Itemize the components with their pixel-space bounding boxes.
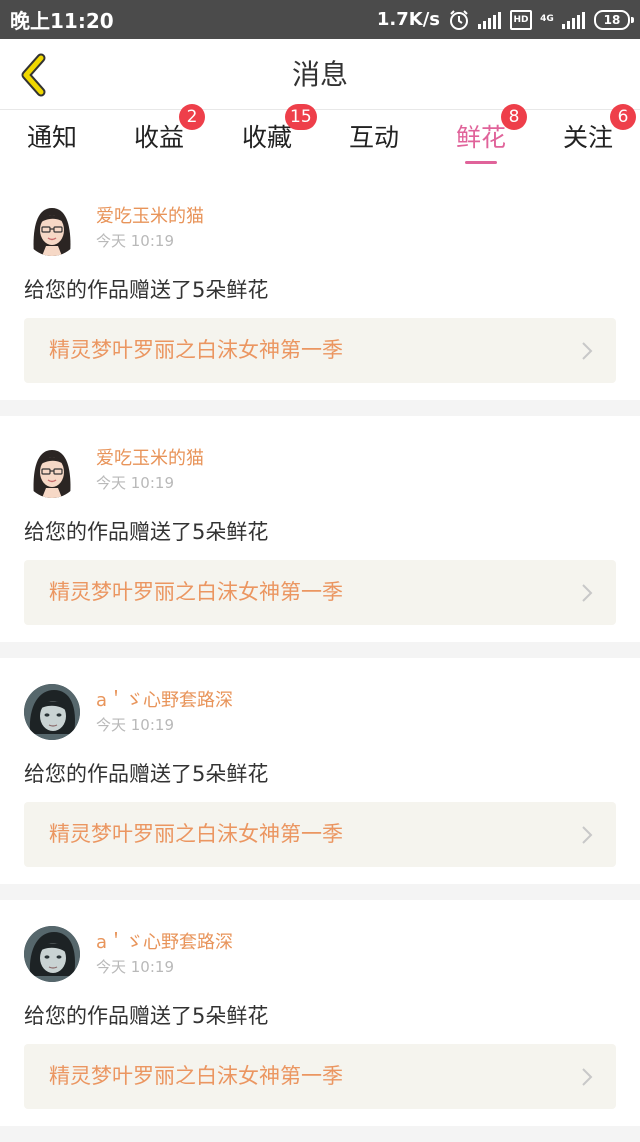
alarm-clock-icon [448,9,470,31]
avatar[interactable] [24,684,80,740]
message-list: 爱吃玉米的猫 今天 10:19 给您的作品赠送了5朵鲜花 精灵梦叶罗丽之白沫女神… [0,174,640,1142]
chevron-right-icon [582,826,593,844]
tab-bar: 通知 收益 2 收藏 15 互动 鲜花 8 关注 6 [0,104,640,174]
status-bar: 晚上11:20 1.7K/s HD 4G 18 [0,0,640,39]
status-indicators: 1.7K/s HD 4G 18 [376,9,634,31]
message-text: 给您的作品赠送了5朵鲜花 [24,762,269,786]
tab-label: 通知 [26,123,77,152]
username[interactable]: a＇ゞ心野套路深 [96,686,233,712]
username[interactable]: a＇ゞ心野套路深 [96,928,233,954]
work-title: 精灵梦叶罗丽之白沫女神第一季 [49,822,343,846]
unread-badge: 6 [610,104,636,130]
work-title: 精灵梦叶罗丽之白沫女神第一季 [49,1064,343,1088]
tab-flowers[interactable]: 鲜花 8 [431,104,531,174]
tab-following[interactable]: 关注 6 [538,104,638,174]
tab-interactions[interactable]: 互动 [324,110,424,174]
unread-badge: 8 [501,104,527,130]
cartoon-girl-avatar-icon [24,442,80,498]
username[interactable]: 爱吃玉米的猫 [96,202,204,228]
status-time: 晚上11:20 [10,9,114,33]
active-tab-indicator [465,161,497,164]
tab-notifications[interactable]: 通知 [2,110,102,174]
list-item: 爱吃玉米的猫 今天 10:19 给您的作品赠送了5朵鲜花 精灵梦叶罗丽之白沫女神… [0,416,640,642]
work-link[interactable]: 精灵梦叶罗丽之白沫女神第一季 [24,1044,616,1109]
avatar[interactable] [24,200,80,256]
photo-girl-avatar-icon [24,926,80,982]
avatar[interactable] [24,442,80,498]
work-link[interactable]: 精灵梦叶罗丽之白沫女神第一季 [24,318,616,383]
message-text: 给您的作品赠送了5朵鲜花 [24,520,269,544]
chevron-right-icon [582,1068,593,1086]
photo-girl-avatar-icon [24,684,80,740]
tab-favorites[interactable]: 收藏 15 [217,104,317,174]
signal-strength-icon-2 [562,11,586,29]
timestamp: 今天 10:19 [96,474,174,492]
page-title: 消息 [291,58,348,91]
cartoon-girl-avatar-icon [24,200,80,256]
signal-strength-icon [478,11,502,29]
unread-badge: 15 [285,104,317,130]
tab-earnings[interactable]: 收益 2 [109,104,209,174]
timestamp: 今天 10:19 [96,232,174,250]
list-item: a＇ゞ心野套路深 今天 10:19 给您的作品赠送了5朵鲜花 精灵梦叶罗丽之白沫… [0,658,640,884]
tab-label: 互动 [348,123,399,152]
username[interactable]: 爱吃玉米的猫 [96,444,204,470]
hd-icon: HD [510,9,532,30]
avatar[interactable] [24,926,80,982]
work-title: 精灵梦叶罗丽之白沫女神第一季 [49,338,343,362]
network-speed: 1.7K/s [376,9,440,30]
work-title: 精灵梦叶罗丽之白沫女神第一季 [49,580,343,604]
timestamp: 今天 10:19 [96,958,174,976]
work-link[interactable]: 精灵梦叶罗丽之白沫女神第一季 [24,802,616,867]
chevron-right-icon [582,342,593,360]
list-item: 爱吃玉米的猫 今天 10:19 给您的作品赠送了5朵鲜花 精灵梦叶罗丽之白沫女神… [0,174,640,400]
message-text: 给您的作品赠送了5朵鲜花 [24,278,269,302]
title-bar: 消息 [0,39,640,110]
battery-icon: 18 [594,9,634,30]
timestamp: 今天 10:19 [96,716,174,734]
unread-badge: 2 [179,104,205,130]
chevron-right-icon [582,584,593,602]
network-type-4g: 4G [540,14,554,24]
message-text: 给您的作品赠送了5朵鲜花 [24,1004,269,1028]
list-item: a＇ゞ心野套路深 今天 10:19 给您的作品赠送了5朵鲜花 精灵梦叶罗丽之白沫… [0,900,640,1126]
work-link[interactable]: 精灵梦叶罗丽之白沫女神第一季 [24,560,616,625]
